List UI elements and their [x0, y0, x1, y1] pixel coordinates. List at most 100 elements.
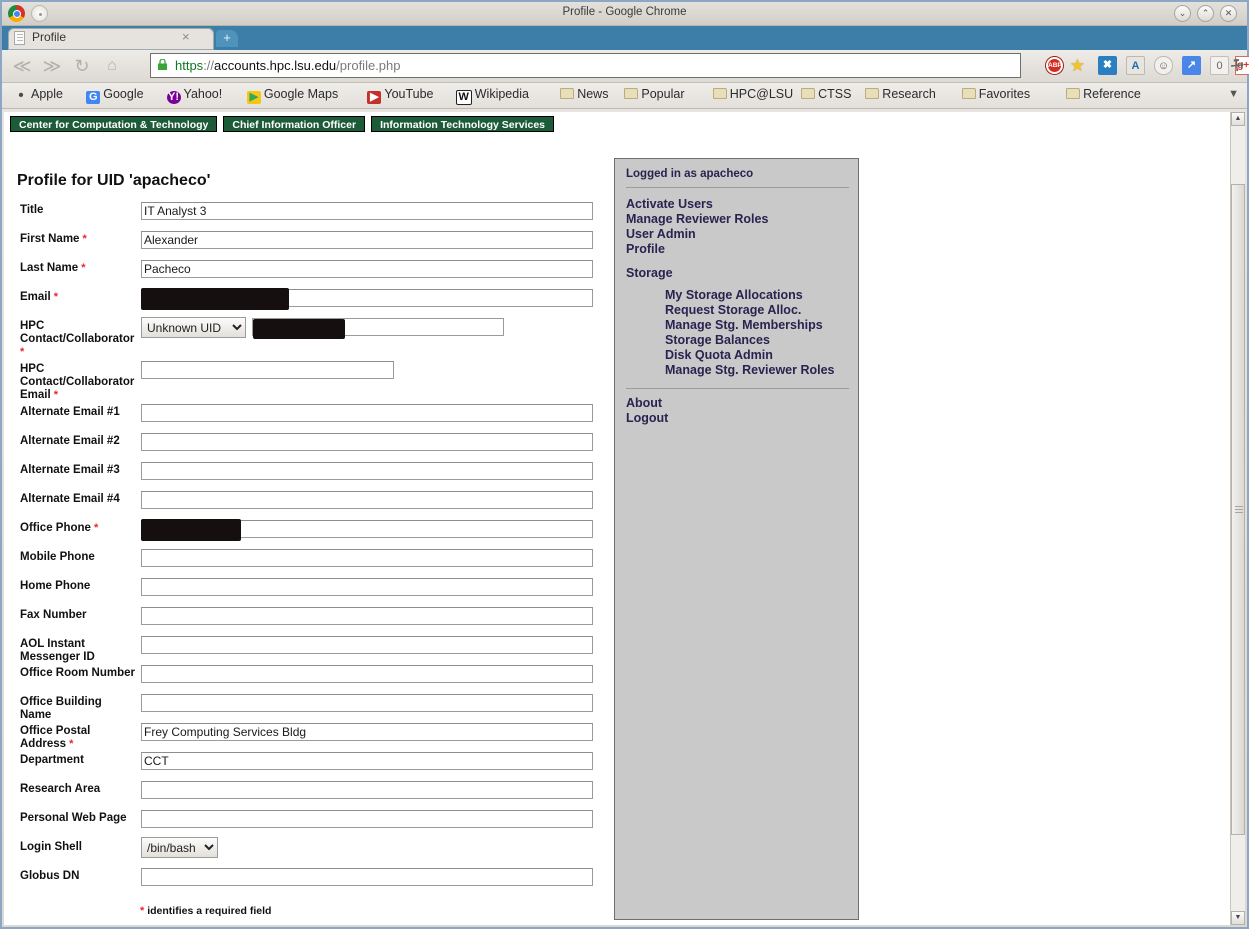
form-row-last-name: Last Name * Pacheco [4, 260, 604, 291]
form-row-title: Title IT Analyst 3 [4, 202, 604, 233]
share-extension-icon[interactable]: ↗ [1182, 56, 1201, 75]
bookmark-label: Popular [641, 87, 685, 101]
new-tab-button[interactable]: + [216, 30, 238, 47]
sidebar-item-manage-stg-memberships[interactable]: Manage Stg. Memberships [665, 318, 823, 332]
page-favicon-icon [14, 31, 25, 45]
url-separator: :// [203, 58, 215, 73]
bookmark-google-maps[interactable]: ▶ Google Maps [246, 87, 339, 104]
translate-extension-icon[interactable]: A [1126, 56, 1145, 75]
field-input[interactable] [141, 549, 593, 567]
field-input[interactable] [141, 636, 593, 654]
login-shell-select[interactable]: /bin/bash/bin/tcsh/bin/csh/bin/ksh/bin/s… [141, 837, 218, 858]
field-label: Home Phone [20, 580, 91, 592]
field-input[interactable] [141, 665, 593, 683]
folder-icon [712, 88, 727, 99]
sidebar-divider-top [626, 187, 849, 188]
field-input[interactable]: Pacheco [141, 260, 593, 278]
sidebar-item-manage-stg-reviewer-roles[interactable]: Manage Stg. Reviewer Roles [665, 363, 835, 377]
bookmark-ctss[interactable]: CTSS [801, 87, 851, 101]
title-bar: Profile - Google Chrome ⌄ ⌃ ✕ [2, 2, 1247, 26]
minimize-button[interactable]: ⌄ [1174, 5, 1191, 22]
bookmark-popular[interactable]: Popular [624, 87, 684, 101]
sidebar-item-user-admin[interactable]: User Admin [626, 227, 696, 241]
vertical-scrollbar[interactable]: ▲ ▼ [1230, 112, 1245, 925]
bookmark-label: Yahoo! [183, 87, 223, 101]
help-extension-icon[interactable]: ☺ [1154, 56, 1173, 75]
reload-icon[interactable]: ↻ [70, 54, 94, 78]
bookmark-wikipedia[interactable]: W Wikipedia [455, 87, 529, 105]
field-input[interactable] [141, 607, 593, 625]
bookmark-star-icon[interactable]: ★ [1070, 57, 1085, 74]
bookmarks-overflow-icon[interactable]: ▼ [1228, 88, 1239, 100]
close-button[interactable]: ✕ [1220, 5, 1237, 22]
bookmark-google[interactable]: G Google [86, 87, 144, 104]
field-input[interactable] [141, 491, 593, 509]
sidebar-item-storage-balances[interactable]: Storage Balances [665, 333, 770, 347]
address-bar[interactable]: https://accounts.hpc.lsu.edu/profile.php [150, 53, 1021, 78]
sitenav-item-3[interactable]: Information Technology Services [371, 116, 555, 132]
scrollbar-thumb[interactable] [1231, 184, 1245, 835]
required-marker: * [50, 389, 59, 401]
sidebar-item-activate-users[interactable]: Activate Users [626, 197, 713, 211]
form-row-hpc-contact-collaborator-email: HPC Contact/Collaborator Email * [4, 361, 604, 406]
required-marker: * [79, 233, 87, 245]
google-icon: G [86, 91, 101, 104]
field-input[interactable] [141, 433, 593, 451]
sidebar-item-manage-reviewer-roles[interactable]: Manage Reviewer Roles [626, 212, 768, 226]
field-label: Research Area [20, 783, 101, 795]
field-input[interactable]: CCT [141, 752, 593, 770]
folder-icon [1066, 88, 1081, 99]
home-icon[interactable]: ⌂ [100, 54, 124, 78]
forward-icon[interactable]: ≫ [40, 54, 64, 78]
folder-icon [560, 88, 575, 99]
bookmark-hpc-lsu[interactable]: HPC@LSU [712, 87, 793, 101]
google-maps-icon: ▶ [246, 91, 261, 104]
field-label: Department [20, 754, 84, 766]
bookmark-reference[interactable]: Reference [1066, 87, 1141, 101]
field-input[interactable]: IT Analyst 3 [141, 202, 593, 220]
field-input[interactable] [141, 361, 394, 379]
field-input[interactable] [141, 578, 593, 596]
required-note-text: identifies a required field [144, 905, 272, 917]
scroll-up-button[interactable]: ▲ [1231, 112, 1245, 126]
field-input[interactable]: Frey Computing Services Bldg [141, 723, 593, 741]
field-input[interactable] [141, 810, 593, 828]
sidebar-item-disk-quota-admin[interactable]: Disk Quota Admin [665, 348, 773, 362]
sidebar-item-my-storage-allocations[interactable]: My Storage Allocations [665, 288, 803, 302]
field-label: Alternate Email #3 [20, 464, 120, 476]
sidebar-item-request-storage-alloc[interactable]: Request Storage Alloc. [665, 303, 801, 317]
form-row-email: Email * [4, 288, 604, 320]
field-label: AOL Instant Messenger ID [20, 638, 95, 663]
url-scheme: https [175, 58, 204, 73]
sitenav-item-1[interactable]: Center for Computation & Technology [10, 116, 218, 132]
bookmark-news[interactable]: News [560, 87, 608, 101]
field-input[interactable] [141, 404, 593, 422]
extension-icon-1[interactable]: ✖ [1098, 56, 1117, 75]
maximize-button[interactable]: ⌃ [1197, 5, 1214, 22]
field-input[interactable] [141, 694, 593, 712]
tab-close-icon[interactable]: × [182, 29, 190, 44]
lock-icon [158, 59, 167, 70]
bookmarks-bar: • Apple G Google Y! Yahoo! ▶ Google Maps ▶ YouTub… [2, 83, 1247, 109]
sidebar-item-logout[interactable]: Logout [626, 411, 668, 425]
bookmark-label: Google Maps [263, 87, 339, 101]
bookmark-label: Research [882, 87, 936, 101]
field-input[interactable] [141, 781, 593, 799]
adblock-plus-icon[interactable]: ABP [1046, 57, 1063, 74]
hpc-contact-select[interactable]: Unknown UID [141, 317, 246, 338]
bookmark-favorites[interactable]: Favorites [961, 87, 1030, 101]
sidebar-item-about[interactable]: About [626, 396, 662, 410]
scroll-down-button[interactable]: ▼ [1231, 911, 1245, 925]
bookmark-research[interactable]: Research [865, 87, 936, 101]
field-input[interactable]: Alexander [141, 231, 593, 249]
sidebar-item-profile[interactable]: Profile [626, 242, 665, 256]
bookmark-youtube[interactable]: ▶ YouTube [367, 87, 434, 104]
sitenav-item-2[interactable]: Chief Information Officer [223, 116, 366, 132]
sidebar-item-storage[interactable]: Storage [626, 266, 673, 280]
bookmark-apple[interactable]: • Apple [14, 87, 63, 103]
bookmark-yahoo[interactable]: Y! Yahoo! [166, 87, 223, 104]
field-input[interactable] [141, 462, 593, 480]
back-icon[interactable]: ≪ [10, 54, 34, 78]
field-input[interactable] [141, 868, 593, 886]
tab-strip: Profile × + [2, 26, 1247, 50]
